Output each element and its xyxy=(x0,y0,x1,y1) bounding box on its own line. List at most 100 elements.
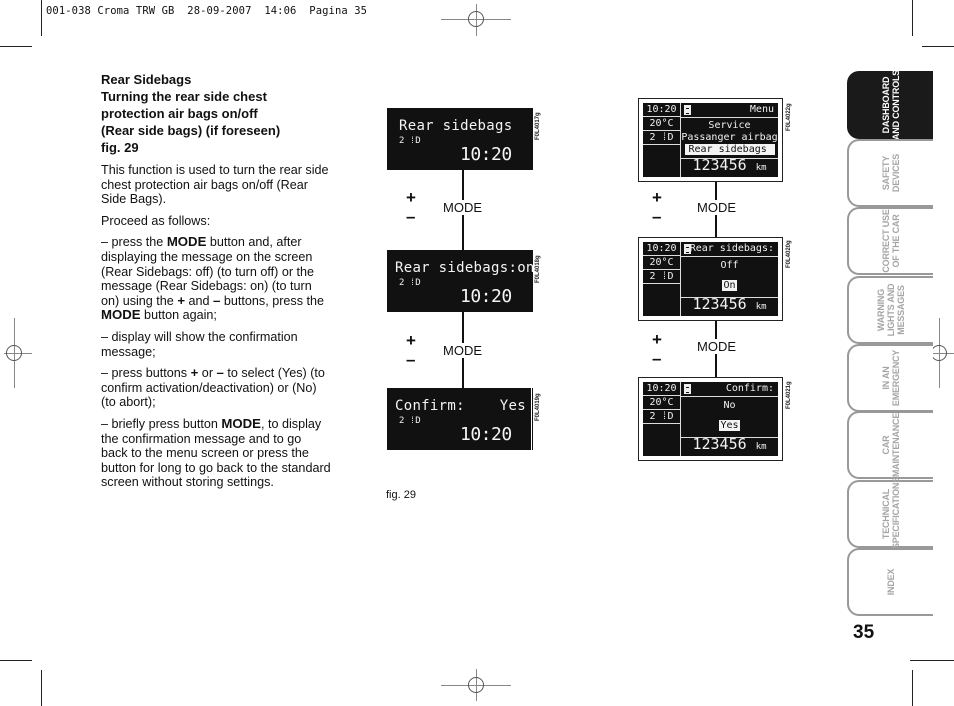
heading-line: fig. 29 xyxy=(101,140,139,155)
proceed-paragraph: Proceed as follows: xyxy=(101,213,211,228)
chapter-tab[interactable]: IN AN EMERGENCY xyxy=(847,344,933,412)
step-text: buttons, press the xyxy=(220,293,325,308)
divider xyxy=(680,396,778,397)
mode-button-label: MODE xyxy=(443,343,482,358)
odometer-value: 123456 xyxy=(692,156,747,174)
print-header: 001-038 Croma TRW GB 28-09-2007 14:06 Pa… xyxy=(46,5,368,17)
section-heading: Rear Sidebags Turning the rear side ches… xyxy=(101,71,331,156)
chapter-tab[interactable]: CORRECT USE OF THE CAR xyxy=(847,207,933,275)
display-screen: 10:20 20°C 2 ⁞D Rear sidebags: Off On 123456 k… xyxy=(643,242,778,316)
step-text: and xyxy=(185,293,214,308)
lcd-display: Rear sidebags 2 ⁞D 10:20 xyxy=(387,108,533,170)
figure-label: fig. 29 xyxy=(386,489,416,501)
odometer: 123456 km xyxy=(681,435,778,453)
bold-term: MODE xyxy=(166,234,207,250)
step-paragraph: – display will show the confirmation mes… xyxy=(101,330,331,359)
plus-button-label: + xyxy=(652,330,662,349)
outside-temperature: 20°C xyxy=(643,256,680,270)
odometer-value: 123456 xyxy=(692,295,747,313)
chapter-tab-label: WARNING LIGHTS AND MESSAGES xyxy=(876,283,906,337)
chapter-tab[interactable]: CAR MAINTENANCE xyxy=(847,411,933,479)
gear-indicator: 2 ⁞D xyxy=(643,410,680,424)
lcd-time: 10:20 xyxy=(460,144,512,165)
figure-code: F0L4019g xyxy=(535,393,541,421)
heading-line: Rear Sidebags xyxy=(101,72,192,87)
lcd-message: Rear sidebags xyxy=(399,118,513,134)
chapter-tab-label: DASHBOARD AND CONTROLS xyxy=(881,69,901,140)
intro-paragraph: This function is used to turn the rear s… xyxy=(101,163,329,207)
chapter-tab[interactable]: SAFETY DEVICES xyxy=(847,139,933,207)
page-number: 35 xyxy=(853,622,875,643)
clock: 10:20 xyxy=(643,103,680,117)
bold-term: MODE xyxy=(101,307,141,323)
chapter-tab[interactable]: TECHNICAL SPECIFICATIONS xyxy=(847,476,933,549)
mode-button-label: MODE xyxy=(443,200,482,215)
clock: 10:20 xyxy=(643,242,680,256)
option-item: Service xyxy=(708,120,751,131)
gear-indicator: 2 ⁞D xyxy=(399,136,421,146)
chapter-tab-label: CAR MAINTENANCE xyxy=(881,412,901,478)
screen-title: Confirm: xyxy=(725,383,774,394)
lcd-message: Confirm: Yes xyxy=(395,398,526,414)
minus-button-label: – xyxy=(652,207,662,226)
lcd-time: 10:20 xyxy=(460,286,512,307)
figure-code: F0L4020g xyxy=(786,240,792,268)
crop-mark xyxy=(41,670,42,706)
lcd-message: Rear sidebags:on xyxy=(395,260,535,276)
chapter-tab[interactable]: INDEX xyxy=(847,548,933,616)
outside-temperature: 20°C xyxy=(643,117,680,131)
odometer-unit: km xyxy=(755,302,767,312)
multifunction-display: 10:20 20°C 2 ⁞D Confirm: No Yes 123456 km xyxy=(638,377,783,461)
odometer-unit: km xyxy=(755,442,767,452)
step-paragraph: – press the MODE button and, after displ… xyxy=(101,235,331,323)
chapter-tab-label: SAFETY DEVICES xyxy=(881,153,901,193)
display-screen: 10:20 20°C 2 ⁞D Confirm: No Yes 123456 km xyxy=(643,382,778,456)
heading-line: protection air bags on/off xyxy=(101,106,258,121)
step-text: – briefly press button xyxy=(101,416,222,431)
odometer-unit: km xyxy=(755,163,767,173)
gear-indicator: 2 ⁞D xyxy=(643,270,680,284)
multifunction-display: 10:20 20°C 2 ⁞D Rear sidebags: Off On 123456 k… xyxy=(638,237,783,321)
step-text: button again; xyxy=(140,308,217,323)
figure-code: F0L4022g xyxy=(786,103,792,131)
step-paragraph: – press buttons + or – to select (Yes) (… xyxy=(101,365,331,410)
odometer-value: 123456 xyxy=(692,435,747,453)
crop-mark xyxy=(910,660,954,661)
text-column: Rear Sidebags Turning the rear side ches… xyxy=(101,71,331,490)
crop-mark xyxy=(0,46,32,47)
step-paragraph: – briefly press button MODE, to display … xyxy=(101,416,331,490)
step-text: – display will show the confirmation mes… xyxy=(101,329,298,359)
heading-line: Turning the rear side chest xyxy=(101,89,267,104)
step-text: – press the xyxy=(101,235,167,250)
lcd-time: 10:20 xyxy=(460,424,512,445)
crop-mark xyxy=(912,0,913,36)
chapter-tab[interactable]: WARNING LIGHTS AND MESSAGES xyxy=(847,276,933,344)
figure-border xyxy=(531,388,532,450)
mode-button-label: MODE xyxy=(697,200,736,215)
option-item: Passanger airbag xyxy=(681,132,778,143)
outside-temperature: 20°C xyxy=(643,396,680,410)
lcd-display: Confirm: Yes 2 ⁞D 10:20 xyxy=(387,388,533,450)
step-text: or xyxy=(198,366,217,381)
menu-page-icon xyxy=(684,105,691,115)
divider xyxy=(680,117,778,118)
figure-code: F0L4021g xyxy=(786,381,792,409)
gear-indicator: 2 ⁞D xyxy=(399,416,421,426)
display-screen: 10:20 20°C 2 ⁞D Menu Service Passanger airbag… xyxy=(643,103,778,177)
option-item: Off xyxy=(720,260,739,271)
screen-title: Rear sidebags: xyxy=(689,243,774,254)
gear-indicator: 2 ⁞D xyxy=(643,131,680,145)
divider xyxy=(680,256,778,257)
crop-mark xyxy=(922,46,954,47)
gear-indicator: 2 ⁞D xyxy=(399,278,421,288)
figure-code: F0L4017g xyxy=(535,112,541,140)
minus-button-label: – xyxy=(652,349,662,368)
bold-term: – xyxy=(216,365,224,381)
chapter-tab[interactable]: DASHBOARD AND CONTROLS xyxy=(847,69,933,140)
mode-button-label: MODE xyxy=(697,339,736,354)
chapter-tab-label: INDEX xyxy=(886,568,896,596)
minus-button-label: – xyxy=(406,207,416,226)
chapter-tab-label: TECHNICAL SPECIFICATIONS xyxy=(881,476,901,549)
minus-button-label: – xyxy=(406,350,416,369)
chapter-tab-label: IN AN EMERGENCY xyxy=(881,349,901,407)
